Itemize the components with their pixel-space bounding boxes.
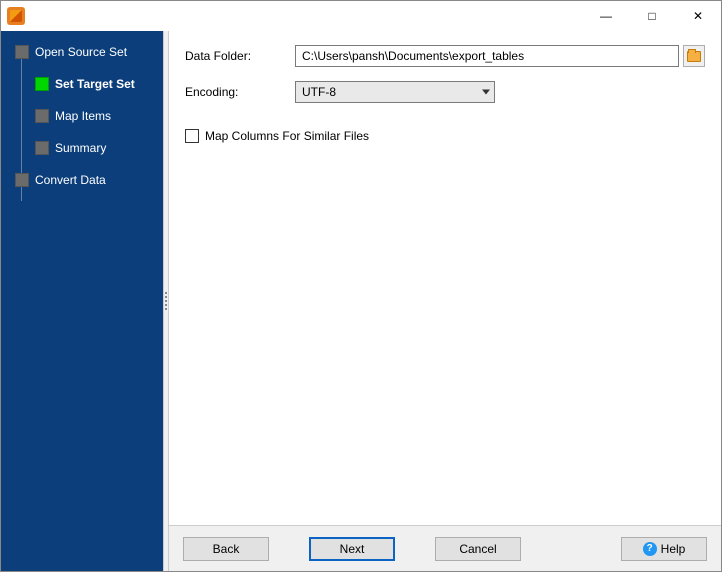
sidebar-item-label: Set Target Set bbox=[55, 77, 135, 91]
data-folder-row: Data Folder: bbox=[185, 45, 705, 67]
map-columns-checkbox[interactable] bbox=[185, 129, 199, 143]
help-button-label: Help bbox=[661, 542, 686, 556]
help-icon: ? bbox=[643, 542, 657, 556]
wizard-sidebar: Open Source Set Set Target Set Map Items… bbox=[1, 31, 163, 571]
map-columns-label: Map Columns For Similar Files bbox=[205, 129, 369, 143]
cancel-button[interactable]: Cancel bbox=[435, 537, 521, 561]
cancel-button-label: Cancel bbox=[459, 542, 496, 556]
sidebar-item-label: Summary bbox=[55, 141, 106, 155]
button-bar: Back Next Cancel ? Help bbox=[169, 525, 721, 571]
app-icon bbox=[7, 7, 25, 25]
window-controls: — □ ✕ bbox=[583, 1, 721, 31]
close-button[interactable]: ✕ bbox=[675, 1, 721, 31]
help-button[interactable]: ? Help bbox=[621, 537, 707, 561]
data-folder-input[interactable] bbox=[295, 45, 679, 67]
encoding-label: Encoding: bbox=[185, 85, 295, 99]
sidebar-item-label: Open Source Set bbox=[35, 45, 127, 59]
sidebar-item-open-source-set[interactable]: Open Source Set bbox=[1, 39, 163, 65]
encoding-select[interactable]: UTF-8 bbox=[295, 81, 495, 103]
step-box-icon bbox=[15, 173, 29, 187]
step-box-icon bbox=[35, 109, 49, 123]
titlebar: — □ ✕ bbox=[1, 1, 721, 31]
encoding-row: Encoding: UTF-8 bbox=[185, 81, 705, 103]
data-folder-label: Data Folder: bbox=[185, 49, 295, 63]
back-button[interactable]: Back bbox=[183, 537, 269, 561]
back-button-label: Back bbox=[213, 542, 240, 556]
next-button[interactable]: Next bbox=[309, 537, 395, 561]
browse-folder-button[interactable] bbox=[683, 45, 705, 67]
sidebar-item-label: Map Items bbox=[55, 109, 111, 123]
folder-icon bbox=[687, 51, 701, 62]
map-columns-row[interactable]: Map Columns For Similar Files bbox=[185, 129, 705, 143]
main-panel: Data Folder: Encoding: UTF-8 Map Columns… bbox=[169, 31, 721, 571]
chevron-down-icon bbox=[482, 90, 490, 95]
next-button-label: Next bbox=[340, 542, 365, 556]
sidebar-item-map-items[interactable]: Map Items bbox=[1, 103, 163, 129]
form-area: Data Folder: Encoding: UTF-8 Map Columns… bbox=[169, 31, 721, 525]
sidebar-item-convert-data[interactable]: Convert Data bbox=[1, 167, 163, 193]
step-box-icon bbox=[15, 45, 29, 59]
step-box-icon bbox=[35, 77, 49, 91]
sidebar-item-label: Convert Data bbox=[35, 173, 106, 187]
encoding-select-value: UTF-8 bbox=[295, 81, 495, 103]
maximize-button[interactable]: □ bbox=[629, 1, 675, 31]
sidebar-item-set-target-set[interactable]: Set Target Set bbox=[1, 71, 163, 97]
content: Open Source Set Set Target Set Map Items… bbox=[1, 31, 721, 571]
minimize-button[interactable]: — bbox=[583, 1, 629, 31]
sidebar-item-summary[interactable]: Summary bbox=[1, 135, 163, 161]
encoding-value-text: UTF-8 bbox=[302, 85, 336, 99]
step-box-icon bbox=[35, 141, 49, 155]
